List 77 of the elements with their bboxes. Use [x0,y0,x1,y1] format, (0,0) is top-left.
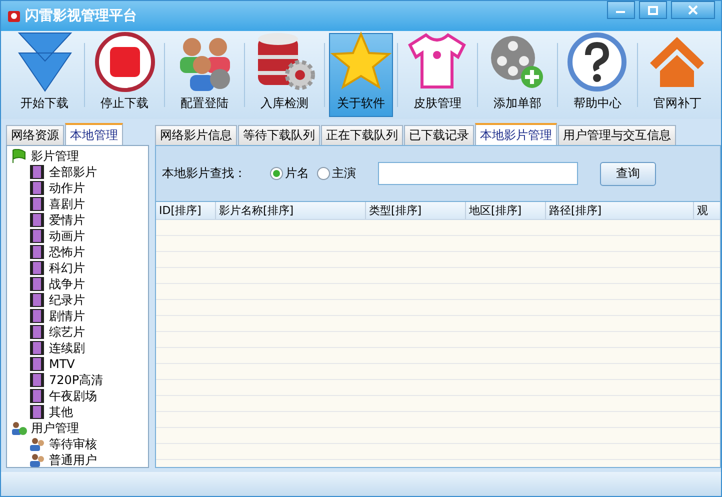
toolbar-button[interactable]: 入库检测 [249,33,320,117]
stop-icon [94,31,156,93]
radio-option[interactable]: 主演 [317,165,356,182]
tree-item[interactable]: 等待审核 [49,436,97,452]
tab[interactable]: 正在下载队列 [321,125,403,145]
tree-item[interactable]: 用户管理 [31,420,79,436]
minimize-button[interactable] [607,1,635,19]
tree-item[interactable]: 其他 [49,404,73,420]
tree-item[interactable]: 喜剧片 [49,196,85,212]
film-icon [29,197,45,211]
close-icon [688,5,698,15]
tree-item[interactable]: 恐怖片 [49,244,85,260]
search-field[interactable] [378,162,578,185]
film-icon [29,405,45,419]
query-button[interactable]: 查询 [600,162,656,186]
app-icon [7,9,21,23]
tree-item[interactable]: 科幻片 [49,260,85,276]
film-icon [29,277,45,291]
maximize-icon [648,6,658,14]
column-header[interactable]: 影片名称[排序] [216,202,366,219]
film-icon [29,261,45,275]
film-icon [29,357,45,371]
column-header[interactable]: 地区[排序] [466,202,546,219]
radio-option[interactable]: 片名 [270,165,309,182]
film-icon [29,229,45,243]
tree-item[interactable]: 午夜剧场 [49,388,97,404]
tree-item[interactable]: 爱情片 [49,212,85,228]
help-icon [566,31,628,93]
toolbar-button[interactable]: 官网补丁 [642,33,713,117]
tab[interactable]: 网络影片信息 [155,125,237,145]
film-icon [29,293,45,307]
tree-item[interactable]: 动画片 [49,228,85,244]
film-icon [29,309,45,323]
sidebar-tab[interactable]: 本地管理 [65,123,123,145]
toolbar-button[interactable]: 皮肤管理 [402,33,473,117]
tree-item[interactable]: 战争片 [49,276,85,292]
tab[interactable]: 已下载记录 [404,125,474,145]
film-icon [29,213,45,227]
tree-item[interactable]: 纪录片 [49,292,85,308]
close-button[interactable] [671,1,715,19]
toolbar-button[interactable]: 添加单部 [482,33,553,117]
column-header[interactable]: ID[排序] [156,202,216,219]
tree-item[interactable]: 剧情片 [49,308,85,324]
film-icon [29,341,45,355]
film-icon [29,165,45,179]
users-icon [11,421,27,435]
toolbar-button[interactable]: 配置登陆 [169,33,240,117]
search-label: 本地影片查找： [162,165,246,182]
column-header[interactable]: 观 [694,202,721,219]
film-icon [29,181,45,195]
film-icon [29,325,45,339]
toolbar-button[interactable]: 关于软件 [329,33,393,117]
sidebar-tab[interactable]: 网络资源 [6,125,64,145]
tree-item[interactable]: 动作片 [49,180,85,196]
toolbar-button[interactable]: 帮助中心 [562,33,633,117]
column-header[interactable]: 类型[排序] [366,202,466,219]
film-icon [29,389,45,403]
film-icon [29,373,45,387]
tree-item[interactable]: 普通用户 [49,452,97,467]
tree-item[interactable]: MTV [49,357,75,371]
tab[interactable]: 用户管理与交互信息 [558,125,676,145]
toolbar-button[interactable]: 开始下载 [9,33,80,117]
tree-item[interactable]: 全部影片 [49,164,97,180]
user-icon [29,437,45,451]
maximize-button[interactable] [639,1,667,19]
tree-item[interactable]: 影片管理 [31,148,79,164]
tree-item[interactable]: 连续剧 [49,340,85,356]
user-icon [29,453,45,467]
tree-item[interactable]: 综艺片 [49,324,85,340]
tab[interactable]: 本地影片管理 [475,123,557,145]
flag-icon [11,149,27,163]
toolbar-button[interactable]: 停止下载 [89,33,160,117]
column-header[interactable]: 路径[排序] [546,202,694,219]
tab[interactable]: 等待下载队列 [238,125,320,145]
tree-item[interactable]: 720P高清 [49,372,104,388]
window-title: 闪雷影视管理平台 [25,7,138,25]
film-icon [29,245,45,259]
